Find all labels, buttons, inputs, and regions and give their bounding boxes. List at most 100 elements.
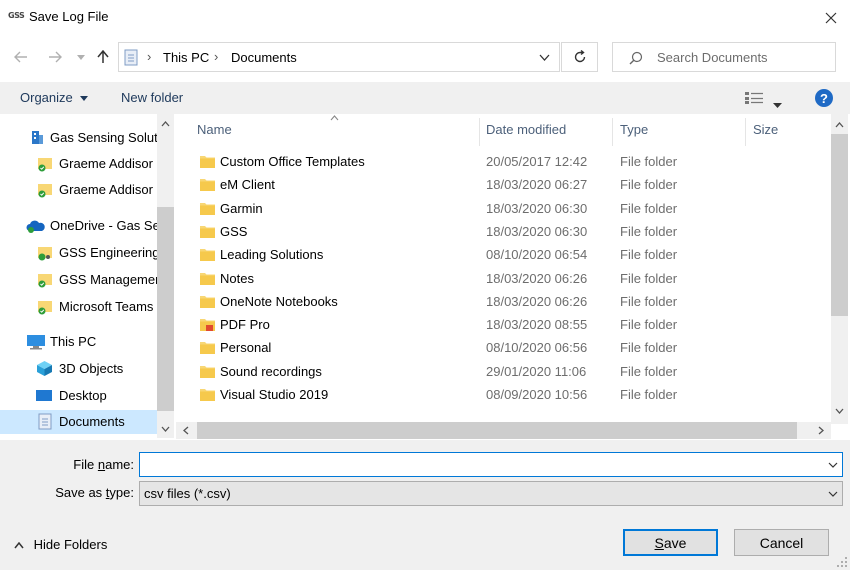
type-cell: File folder (620, 224, 678, 239)
nav-pane-scrollbar[interactable] (157, 114, 174, 438)
date-modified-cell: 18/03/2020 06:30 (486, 224, 588, 239)
type-cell: File folder (620, 201, 678, 216)
folder-icon (200, 342, 215, 354)
close-button[interactable] (817, 4, 845, 32)
file-name-cell: Visual Studio 2019 (220, 387, 329, 402)
folder-icon (200, 179, 215, 191)
nav-item-this-pc[interactable]: This PC (0, 330, 157, 354)
column-divider[interactable] (479, 118, 480, 146)
nav-item-desktop[interactable]: Desktop (0, 384, 157, 408)
file-name-field[interactable] (139, 452, 843, 477)
hide-folders-button[interactable]: Hide Folders (14, 537, 107, 552)
breadcrumb-documents[interactable]: Documents (231, 50, 297, 65)
nav-item-3d-objects[interactable]: 3D Objects (0, 357, 157, 381)
nav-item-label: OneDrive - Gas Se (50, 218, 157, 233)
date-modified-cell: 08/09/2020 10:56 (486, 387, 588, 402)
close-icon (825, 12, 837, 24)
column-header-size[interactable]: Size (753, 122, 778, 137)
table-row[interactable]: Personal 08/10/2020 06:56 File folder (176, 336, 831, 359)
nav-item-graeme-2[interactable]: Graeme Addisor (0, 178, 157, 202)
nav-item-gss-management[interactable]: GSS Managemen (0, 268, 157, 292)
navigation-pane: Gas Sensing Solut Graeme Addisor Graeme … (0, 114, 157, 438)
chevron-down-icon (77, 54, 85, 60)
view-options-button[interactable] (744, 91, 764, 108)
column-header-date-modified[interactable]: Date modified (486, 122, 566, 137)
breadcrumb-this-pc[interactable]: This PC (163, 50, 209, 65)
address-bar[interactable]: › This PC › Documents (118, 42, 560, 72)
folder-icon (200, 249, 215, 261)
building-icon (32, 131, 43, 144)
chevron-down-icon[interactable] (828, 462, 838, 468)
nav-pane-scroll-thumb[interactable] (157, 207, 174, 411)
nav-item-label: GSS Engineering (59, 245, 157, 260)
up-button[interactable] (92, 46, 114, 68)
breadcrumb-separator: › (214, 49, 219, 64)
nav-item-gss-engineering[interactable]: GSS Engineering (0, 241, 157, 265)
table-row[interactable]: Custom Office Templates 20/05/2017 12:42 F… (176, 150, 831, 173)
back-button[interactable] (10, 46, 32, 68)
date-modified-cell: 18/03/2020 06:26 (486, 294, 588, 309)
view-options-dropdown[interactable] (773, 96, 782, 111)
table-row[interactable]: Visual Studio 2019 08/09/2020 10:56 File f… (176, 383, 831, 406)
table-row[interactable]: OneNote Notebooks 18/03/2020 06:26 File fo… (176, 290, 831, 313)
nav-item-microsoft-teams[interactable]: Microsoft Teams (0, 295, 157, 319)
save-button[interactable]: Save (623, 529, 718, 556)
nav-item-label: GSS Managemen (59, 272, 157, 287)
forward-button[interactable] (44, 46, 66, 68)
table-row[interactable]: GSS 18/03/2020 06:30 File folder (176, 220, 831, 243)
recent-locations-button[interactable] (70, 46, 92, 68)
help-icon[interactable]: ? (815, 89, 833, 107)
horizontal-scroll-thumb[interactable] (197, 422, 797, 439)
date-modified-cell: 08/10/2020 06:56 (486, 340, 588, 355)
document-icon (38, 413, 52, 430)
file-name-cell: eM Client (220, 177, 275, 192)
resize-grip-icon[interactable] (836, 556, 848, 568)
search-box[interactable]: Search Documents (612, 42, 836, 72)
forward-arrow-icon (49, 51, 62, 63)
table-row[interactable]: PDF Pro 18/03/2020 08:55 File folder (176, 313, 831, 336)
file-list-scrollbar[interactable] (831, 114, 848, 424)
chevron-up-icon (161, 121, 170, 127)
table-row[interactable]: Sound recordings 29/01/2020 11:06 File fol… (176, 360, 831, 383)
save-as-type-value: csv files (*.csv) (144, 486, 231, 501)
date-modified-cell: 18/03/2020 08:55 (486, 317, 588, 332)
nav-item-onedrive[interactable]: OneDrive - Gas Se (0, 214, 157, 238)
table-row[interactable]: Leading Solutions 08/10/2020 06:54 File fo… (176, 243, 831, 266)
search-icon (629, 51, 643, 65)
nav-item-label: Graeme Addisor (59, 156, 153, 171)
column-divider[interactable] (745, 118, 746, 146)
column-header-name[interactable]: Name (197, 122, 232, 137)
table-row[interactable]: Notes 18/03/2020 06:26 File folder (176, 267, 831, 290)
nav-item-graeme-1[interactable]: Graeme Addisor (0, 152, 157, 176)
chevron-right-icon (818, 426, 824, 435)
new-folder-button[interactable]: New folder (121, 90, 183, 105)
chevron-up-icon (14, 541, 24, 549)
file-name-cell: Sound recordings (220, 364, 322, 379)
file-list-scroll-thumb[interactable] (831, 134, 848, 316)
refresh-button[interactable] (561, 42, 598, 72)
save-as-type-select[interactable]: csv files (*.csv) (139, 481, 843, 506)
folder-icon (200, 389, 215, 401)
cube-icon (37, 361, 52, 376)
table-row[interactable]: Garmin 18/03/2020 06:30 File folder (176, 197, 831, 220)
chevron-down-icon (80, 96, 89, 102)
nav-item-label: Documents (59, 414, 125, 429)
nav-item-documents[interactable]: Documents (0, 410, 157, 434)
horizontal-scrollbar[interactable] (176, 422, 831, 439)
synced-folder-icon (38, 158, 52, 172)
column-divider[interactable] (612, 118, 613, 146)
table-row[interactable]: eM Client 18/03/2020 06:27 File folder (176, 173, 831, 196)
nav-item-gas-sensing[interactable]: Gas Sensing Solut (0, 126, 157, 150)
search-input[interactable]: Search Documents (657, 50, 768, 65)
date-modified-cell: 08/10/2020 06:54 (486, 247, 588, 262)
chevron-down-icon (828, 491, 838, 497)
file-list-clip (176, 410, 831, 422)
cancel-button[interactable]: Cancel (734, 529, 829, 556)
chevron-down-icon[interactable] (539, 54, 550, 61)
date-modified-cell: 29/01/2020 11:06 (486, 364, 587, 379)
date-modified-cell: 18/03/2020 06:30 (486, 201, 588, 216)
computer-icon (27, 335, 45, 350)
column-header-type[interactable]: Type (620, 122, 648, 137)
organize-button[interactable]: Organize (20, 90, 89, 105)
date-modified-cell: 18/03/2020 06:27 (486, 177, 588, 192)
